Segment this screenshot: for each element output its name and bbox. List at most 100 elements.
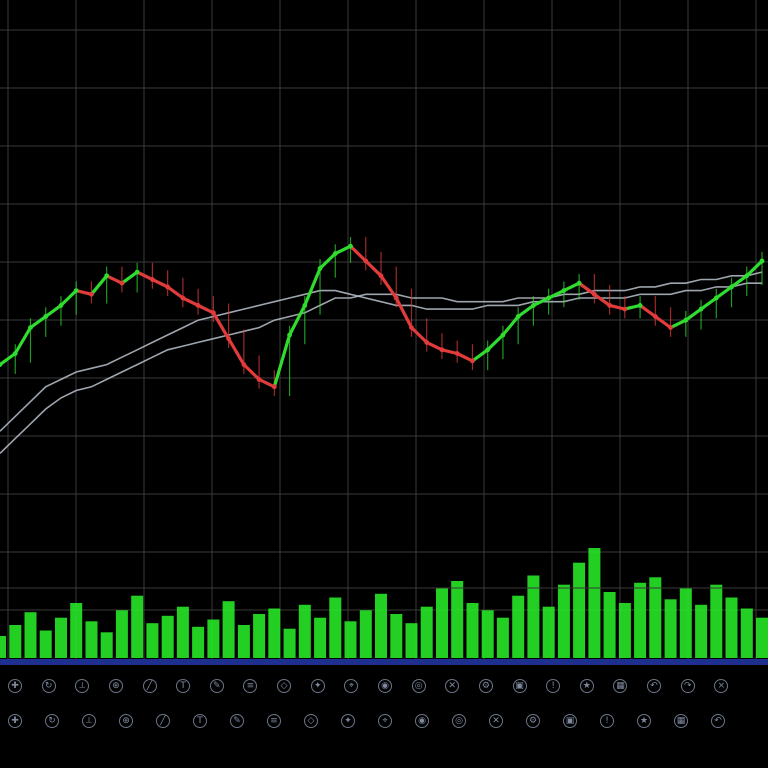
price-point[interactable] <box>332 251 338 256</box>
layers-icon[interactable]: ◉ <box>415 714 429 728</box>
grid-icon[interactable]: ↻ <box>45 714 59 728</box>
price-point[interactable] <box>256 377 262 382</box>
volume-bar[interactable] <box>420 606 433 658</box>
volume-bar[interactable] <box>557 584 570 658</box>
volume-bar[interactable] <box>679 588 692 658</box>
volume-bar[interactable] <box>634 582 647 658</box>
close-icon[interactable]: × <box>714 679 729 693</box>
price-point[interactable] <box>439 347 445 353</box>
volume-bar[interactable] <box>192 626 205 658</box>
ruler-icon[interactable]: ⟂ <box>75 679 90 693</box>
volume-bar[interactable] <box>24 612 37 658</box>
price-point[interactable] <box>485 347 491 353</box>
volume-bar[interactable] <box>405 623 418 658</box>
pen-icon[interactable]: ✎ <box>209 679 224 693</box>
volume-bar[interactable] <box>268 608 281 659</box>
volume-bar[interactable] <box>512 595 525 658</box>
volume-bar[interactable] <box>710 584 723 658</box>
price-point[interactable] <box>454 351 460 356</box>
camera-icon[interactable]: ▣ <box>512 679 527 693</box>
gear-icon[interactable]: ↶ <box>711 714 725 728</box>
alert-icon[interactable]: ! <box>546 679 561 693</box>
price-point[interactable] <box>28 325 33 330</box>
price-point[interactable] <box>546 295 552 301</box>
bar-icon[interactable]: ◇ <box>304 714 318 728</box>
price-point[interactable] <box>43 314 49 319</box>
price-point[interactable] <box>668 325 673 330</box>
volume-bar[interactable] <box>253 614 266 658</box>
volume-bar[interactable] <box>436 588 448 658</box>
price-point[interactable] <box>89 291 94 297</box>
price-point[interactable] <box>271 384 277 390</box>
price-point[interactable] <box>759 258 765 264</box>
text-icon[interactable]: T <box>176 679 191 693</box>
volume-bar[interactable] <box>207 619 220 659</box>
fib-icon[interactable]: ≡ <box>243 679 258 693</box>
price-point[interactable] <box>73 288 79 293</box>
price-point[interactable] <box>713 295 719 301</box>
price-point[interactable] <box>363 258 369 264</box>
target-icon[interactable]: ⚙ <box>526 714 540 728</box>
volume-bar[interactable] <box>9 625 22 658</box>
refresh-icon[interactable]: ↻ <box>41 679 56 693</box>
price-point[interactable] <box>424 340 430 345</box>
undo-icon[interactable]: ↶ <box>647 679 662 693</box>
volume-bar[interactable] <box>390 614 403 658</box>
filter-icon[interactable]: ▣ <box>563 714 577 728</box>
price-point[interactable] <box>607 303 612 308</box>
lock-icon[interactable]: ◉ <box>378 679 392 693</box>
price-point[interactable] <box>210 310 216 316</box>
tag-icon[interactable]: ≡ <box>267 714 281 728</box>
volume-bar[interactable] <box>756 617 768 658</box>
share-icon[interactable]: ! <box>600 714 614 728</box>
price-point[interactable] <box>165 284 171 290</box>
redo-icon[interactable]: ↷ <box>680 679 695 693</box>
volume-bar[interactable] <box>176 606 189 658</box>
price-point[interactable] <box>652 314 658 319</box>
trend-icon[interactable]: ╱ <box>142 679 157 693</box>
star-icon[interactable]: ★ <box>579 679 594 693</box>
trash-icon[interactable]: ✕ <box>445 679 460 693</box>
volume-bar[interactable] <box>466 603 479 658</box>
volume-bar[interactable] <box>298 604 311 658</box>
price-point[interactable] <box>134 269 140 275</box>
price-point[interactable] <box>287 332 292 338</box>
price-point[interactable] <box>317 266 323 271</box>
price-point[interactable] <box>576 280 582 286</box>
volume-bar[interactable] <box>359 610 372 658</box>
volume-bar[interactable] <box>237 625 250 658</box>
price-point[interactable] <box>378 273 384 279</box>
cursor-icon[interactable]: ✚ <box>8 714 22 728</box>
fullscreen-icon[interactable]: ▦ <box>674 714 688 728</box>
price-point[interactable] <box>195 303 201 308</box>
volume-bar[interactable] <box>649 577 662 658</box>
settings-icon[interactable]: ⚙ <box>478 679 493 693</box>
price-point[interactable] <box>58 303 64 308</box>
price-point[interactable] <box>348 243 353 249</box>
price-point[interactable] <box>150 277 155 282</box>
volume-bar[interactable] <box>131 595 144 658</box>
flag-icon[interactable]: ◎ <box>452 714 466 728</box>
volume-bar[interactable] <box>85 621 98 658</box>
volume-bar[interactable] <box>314 617 327 658</box>
price-point[interactable] <box>622 306 628 312</box>
price-point[interactable] <box>180 295 186 301</box>
price-point[interactable] <box>104 273 110 279</box>
volume-bar[interactable] <box>603 592 616 658</box>
clock-icon[interactable]: T <box>193 714 207 728</box>
price-point[interactable] <box>698 306 704 312</box>
price-point[interactable] <box>637 303 643 308</box>
measure-icon[interactable]: ⟂ <box>82 714 96 728</box>
eye-icon[interactable]: ◎ <box>411 679 426 693</box>
brush-icon[interactable]: ✦ <box>310 679 325 693</box>
volume-bar[interactable] <box>0 636 6 658</box>
crosshair-icon[interactable]: ✚ <box>8 679 22 693</box>
hand-icon[interactable]: ⊕ <box>119 714 133 728</box>
price-point[interactable] <box>470 358 475 364</box>
layout-icon[interactable]: ▦ <box>613 679 628 693</box>
bell-icon[interactable]: ★ <box>637 714 651 728</box>
circle-icon[interactable]: ✦ <box>341 714 355 728</box>
volume-bar[interactable] <box>222 601 235 658</box>
volume-bar[interactable] <box>344 621 357 658</box>
volume-bar[interactable] <box>283 628 296 658</box>
